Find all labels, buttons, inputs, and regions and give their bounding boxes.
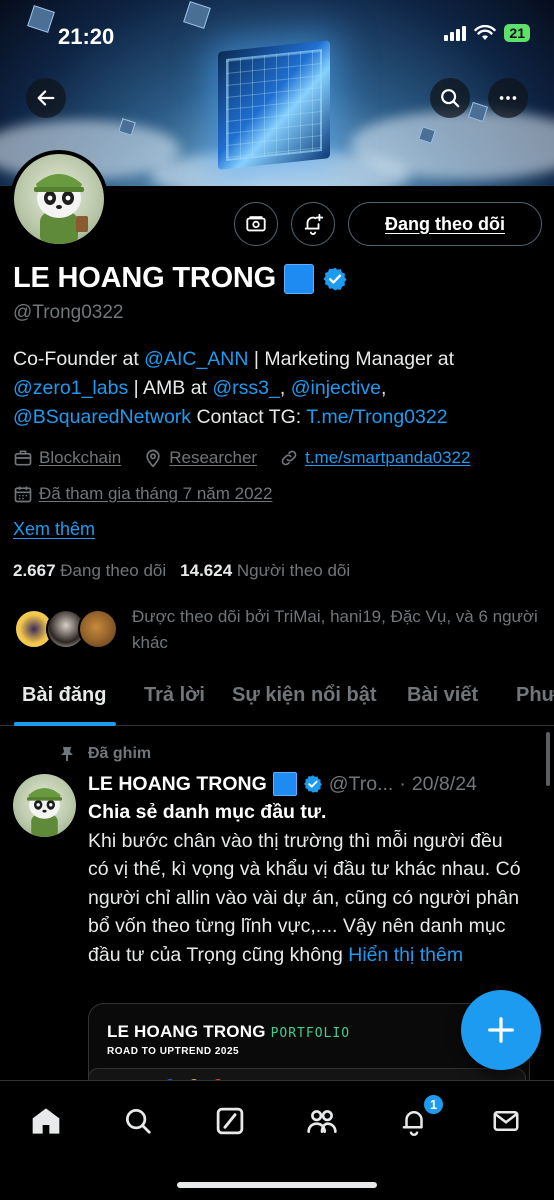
blue-square-emoji-icon [284, 263, 315, 294]
tweet-title: Chia sẻ danh mục đầu tư. [88, 801, 327, 823]
mention-link[interactable]: @injective [291, 377, 381, 399]
show-more-link[interactable]: Hiển thị thêm [348, 944, 463, 966]
link-icon [281, 450, 297, 466]
profile-name: LE HOANG TRONG [13, 262, 348, 295]
mention-link[interactable]: @rss3_ [212, 377, 279, 399]
calendar-icon [14, 486, 32, 503]
followed-by-text[interactable]: Được theo dõi bởi TriMai, hani19, Đặc Vụ… [132, 604, 542, 656]
communities-icon [307, 1110, 337, 1133]
mention-link[interactable]: @BSquaredNetwork [13, 406, 191, 428]
follow-stats: 2.667 Đang theo dõi 14.624 Người theo dõ… [13, 561, 350, 581]
profile-tabs: Bài đăng Trả lời Sự kiện nổi bật Bài viế… [0, 668, 554, 726]
tweet-author-avatar[interactable] [13, 774, 76, 837]
more-horizontal-icon [499, 96, 517, 100]
card-subtitle: ROAD TO UPTREND 2025 [107, 1046, 240, 1057]
grok-icon [216, 1107, 244, 1135]
mention-link[interactable]: @AIC_ANN [144, 348, 248, 370]
see-more-link[interactable]: Xem thêm [13, 519, 95, 540]
compose-button[interactable] [461, 990, 541, 1070]
profile-avatar[interactable] [10, 150, 108, 248]
battery-indicator: 21 [504, 24, 530, 42]
more-options-button[interactable] [488, 78, 528, 118]
tweet-header: LE HOANG TRONG @Tro... · 20/8/24 [88, 772, 477, 796]
profile-category[interactable]: Blockchain [39, 448, 121, 468]
tweet-author-name[interactable]: LE HOANG TRONG [88, 773, 267, 796]
nav-grok[interactable] [208, 1099, 252, 1143]
profile-website-link[interactable]: t.me/smartpanda0322 [305, 448, 470, 468]
blue-square-emoji-icon [272, 772, 297, 796]
verified-badge-icon [323, 267, 347, 290]
search-icon [126, 1109, 151, 1134]
nav-communities[interactable] [300, 1099, 344, 1143]
panda-avatar-icon [34, 174, 88, 244]
tweet-author-handle[interactable]: @Tro... [329, 773, 394, 796]
pinned-text: Đã ghim [88, 745, 152, 762]
bio-text: | Marketing Manager at [248, 348, 455, 370]
profile-meta-row: Blockchain Researcher t.me/smartpanda032… [13, 448, 470, 468]
home-indicator[interactable] [177, 1182, 377, 1188]
banner-cube-graphic [218, 40, 330, 170]
bio-text: | AMB at [128, 377, 213, 399]
notify-button[interactable] [291, 202, 335, 246]
tweet-text[interactable]: Chia sẻ danh mục đầu tư. Khi bước chân v… [88, 798, 528, 969]
pinned-label: Đã ghim [60, 745, 151, 763]
tweet-separator: · [399, 772, 406, 795]
search-button[interactable] [430, 78, 470, 118]
followers-stat[interactable]: 14.624 Người theo dõi [180, 561, 350, 581]
following-stat[interactable]: 2.667 Đang theo dõi [13, 561, 166, 581]
scrollbar[interactable] [546, 732, 550, 786]
joined-date: Đã tham gia tháng 7 năm 2022 [39, 484, 273, 503]
bio-text: Contact TG: [191, 406, 307, 428]
bell-plus-icon [304, 213, 324, 235]
back-button[interactable] [26, 78, 66, 118]
nav-home[interactable] [24, 1099, 68, 1143]
notification-badge: 1 [422, 1093, 445, 1116]
plus-icon [488, 1017, 514, 1043]
tweet-date[interactable]: 20/8/24 [412, 773, 477, 796]
active-tab-indicator [14, 722, 116, 726]
bio-text: , [279, 377, 291, 399]
nav-messages[interactable] [484, 1099, 528, 1143]
tab-highlights[interactable]: Sự kiện nổi bật [232, 684, 377, 707]
tab-posts[interactable]: Bài đăng [22, 684, 106, 707]
status-time: 21:20 [58, 24, 115, 49]
telegram-link[interactable]: T.me/Trong0322 [306, 406, 447, 428]
cellular-signal-icon [444, 25, 467, 41]
follower-avatar[interactable] [78, 609, 118, 649]
profile-location[interactable]: Researcher [169, 448, 257, 468]
verified-badge-icon [303, 775, 322, 793]
bio-text: , [380, 377, 387, 399]
profile-handle: @Trong0322 [13, 302, 124, 323]
status-indicators: 21 [444, 24, 530, 42]
briefcase-icon [14, 450, 32, 466]
tab-media[interactable]: Phư [516, 684, 554, 707]
pin-icon [61, 747, 73, 761]
profile-bio: Co-Founder at @AIC_ANN | Marketing Manag… [13, 345, 533, 432]
tab-replies[interactable]: Trả lời [144, 684, 205, 707]
arrow-left-icon [37, 90, 55, 106]
subscribe-button[interactable] [234, 202, 278, 246]
home-icon [32, 1108, 60, 1134]
tab-articles[interactable]: Bài viết [407, 684, 478, 707]
nav-search[interactable] [116, 1099, 160, 1143]
following-button[interactable]: Đang theo dõi [348, 202, 542, 246]
card-title: LE HOANG TRONG PORTFOLIO [107, 1022, 351, 1041]
search-icon [441, 89, 460, 108]
envelope-icon [493, 1111, 519, 1131]
money-icon [246, 216, 266, 232]
wifi-icon [474, 25, 497, 40]
panda-avatar-icon [27, 788, 62, 837]
display-name-text: LE HOANG TRONG [13, 262, 277, 294]
profile-joined-row: Đã tham gia tháng 7 năm 2022 [13, 484, 272, 504]
bio-text: Co-Founder at [13, 348, 145, 370]
location-pin-icon [146, 449, 160, 468]
mention-link[interactable]: @zero1_labs [13, 377, 128, 399]
